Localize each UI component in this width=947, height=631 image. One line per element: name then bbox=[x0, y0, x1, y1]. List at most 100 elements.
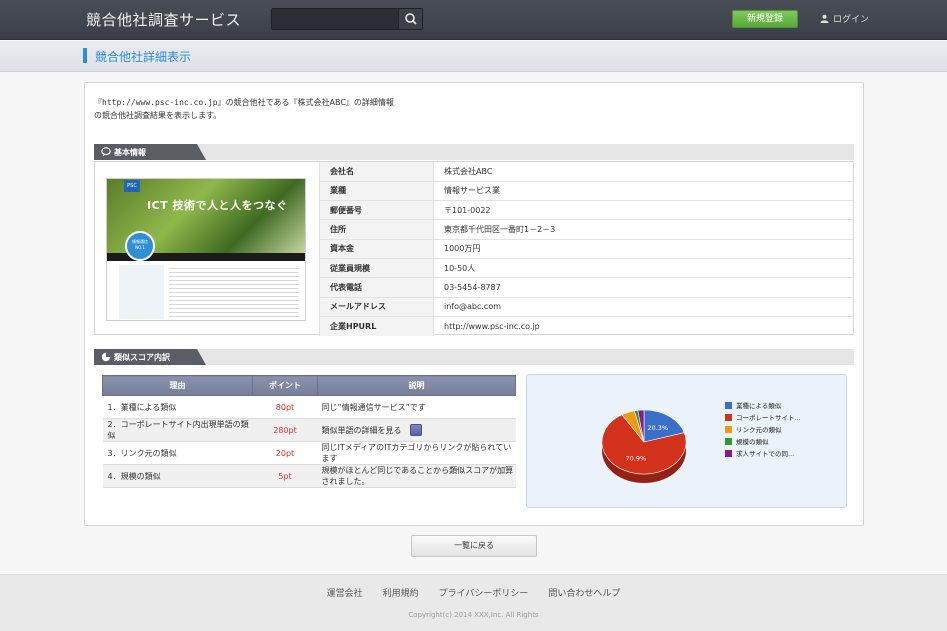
info-value: 10-50人 bbox=[433, 258, 854, 279]
legend-item: コーポレートサイト... bbox=[725, 411, 801, 423]
login-label: ログイン bbox=[833, 15, 870, 25]
score-description: 同じITメディアのITカテゴリからリンクが貼られています bbox=[321, 443, 512, 463]
column-header-reason: 理由 bbox=[102, 375, 253, 396]
info-value: 東京都千代田区一番町1－2－3 bbox=[433, 219, 854, 240]
search-button[interactable] bbox=[398, 9, 422, 29]
info-label: 住所 bbox=[319, 219, 434, 240]
legend-item: 求人サイトでの同... bbox=[725, 447, 801, 459]
score-row: 2．コーポレートサイト内出現単語の類似 280pt 類似単語の詳細を見る bbox=[102, 418, 516, 442]
search-input[interactable] bbox=[272, 9, 398, 29]
pie-chart-svg: 20.3% 70.9% bbox=[601, 409, 687, 483]
legend-swatch bbox=[725, 413, 732, 421]
legend-swatch bbox=[725, 425, 732, 433]
score-description-cell: 類似単語の詳細を見る bbox=[317, 418, 516, 442]
score-description-cell: 同じ”情報通信サービス”です bbox=[317, 395, 516, 419]
score-row: 1．業種による類似 80pt 同じ”情報通信サービス”です bbox=[102, 395, 516, 419]
info-row: 会社名 株式会社ABC bbox=[319, 162, 854, 182]
footer-link[interactable]: プライバシーポリシー bbox=[439, 589, 529, 599]
score-title: 類似スコア内訳 bbox=[114, 353, 170, 362]
screenshot-logo: PSC bbox=[124, 180, 140, 192]
top-navbar: 競合他社調査サービス 新規登録 ログイン bbox=[0, 0, 947, 40]
info-label: メールアドレス bbox=[319, 297, 434, 317]
score-row: 4．規模の類似 5pt 規模がほとんど同じであることから類似スコアが加算されました。 bbox=[102, 464, 516, 488]
legend-item: 業種による類似 bbox=[725, 399, 801, 411]
score-description-cell: 規模がほとんど同じであることから類似スコアが加算されました。 bbox=[317, 464, 516, 488]
score-reason: 4．規模の類似 bbox=[102, 464, 253, 488]
score-description: 同じ”情報通信サービス”です bbox=[321, 402, 426, 412]
speech-bubble-icon bbox=[101, 147, 111, 157]
legend-item: 規模の類似 bbox=[725, 435, 801, 447]
info-value: 〒101-0022 bbox=[433, 200, 854, 221]
pie-data-label: 20.3% bbox=[647, 424, 668, 432]
info-value: info@abc.com bbox=[433, 297, 854, 317]
score-heading: 類似スコア内訳 bbox=[94, 349, 854, 365]
info-row: 住所 東京都千代田区一番町1－2－3 bbox=[319, 219, 854, 240]
score-reason: 1．業種による類似 bbox=[102, 395, 253, 419]
search-icon bbox=[405, 13, 417, 25]
info-value: http://www.psc-inc.co.jp bbox=[444, 321, 540, 331]
footer-link[interactable]: 利用規約 bbox=[383, 589, 419, 599]
legend-label: 業種による類似 bbox=[736, 402, 782, 410]
score-table: 理由 ポイント 説明 1．業種による類似 80pt 同じ”情報通信サービス”です 2．… bbox=[102, 375, 516, 488]
intro-line2: の競合他社調査結果を表示します。 bbox=[94, 111, 222, 120]
footer-link[interactable]: 問い合わせヘルプ bbox=[548, 589, 620, 599]
legend-label: 規模の類似 bbox=[736, 438, 769, 446]
basic-info-tab: 基本情報 bbox=[94, 144, 206, 160]
info-value: 03-5454-8787 bbox=[433, 277, 854, 298]
legend-swatch bbox=[725, 401, 732, 409]
score-row: 3．リンク元の類似 20pt 同じITメディアのITカテゴリからリンクが貼られていま… bbox=[102, 441, 516, 465]
pie-data-label: 70.9% bbox=[626, 454, 647, 462]
site-screenshot: PSC ICT 技術で人と人をつなぐ 情報通信 NO.1 bbox=[106, 178, 306, 321]
detail-panel: 『http://www.psc-inc.co.jp』の競合他社である『株式会社A… bbox=[84, 82, 864, 526]
score-point: 20pt bbox=[252, 441, 318, 465]
score-description-cell: 同じITメディアのITカテゴリからリンクが貼られています bbox=[317, 441, 516, 465]
legend-label: コーポレートサイト... bbox=[736, 414, 801, 422]
page-title: 競合他社詳細表示 bbox=[95, 50, 192, 64]
info-value: 1000万円 bbox=[433, 239, 854, 259]
chart-legend: 業種による類似 コーポレートサイト... リンク元の類似 規模の類似 求人サイトでの同.… bbox=[725, 399, 801, 459]
info-value: 株式会社ABC bbox=[433, 162, 854, 182]
legend-label: 求人サイトでの同... bbox=[736, 450, 795, 458]
title-accent-bar bbox=[83, 48, 87, 63]
page-header: 競合他社詳細表示 bbox=[0, 41, 947, 72]
brand-title[interactable]: 競合他社調査サービス bbox=[86, 9, 241, 30]
info-label: 代表電話 bbox=[319, 277, 434, 298]
score-description: 類似単語の詳細を見る bbox=[321, 426, 402, 435]
search-box bbox=[271, 8, 423, 30]
basic-info-heading: 基本情報 bbox=[94, 144, 854, 160]
info-row: 代表電話 03-5454-8787 bbox=[319, 277, 854, 298]
login-link[interactable]: ログイン bbox=[820, 12, 869, 25]
score-pie-chart: 20.3% 70.9% 業種による類似 コーポレートサイト... リンク元の類似 規模の… bbox=[526, 374, 847, 508]
score-description: 規模がほとんど同じであることから類似スコアが加算されました。 bbox=[321, 466, 514, 486]
screenshot-sidebar bbox=[119, 265, 164, 319]
legend-swatch bbox=[725, 437, 732, 445]
info-label: 会社名 bbox=[319, 162, 434, 182]
score-point: 280pt bbox=[252, 418, 318, 442]
intro-url: http://www.psc-inc.co.jp bbox=[102, 98, 218, 107]
intro-text: 『http://www.psc-inc.co.jp』の競合他社である『株式会社A… bbox=[94, 96, 394, 122]
score-point: 80pt bbox=[252, 395, 318, 419]
basic-info-title: 基本情報 bbox=[114, 148, 146, 157]
info-row: 従業員規模 10-50人 bbox=[319, 258, 854, 279]
info-value: 情報サービス業 bbox=[433, 181, 854, 202]
info-row: 企業HPURL http://www.psc-inc.co.jp bbox=[319, 316, 855, 336]
info-label: 資本金 bbox=[319, 239, 434, 259]
footer: 運営会社 利用規約 プライバシーポリシー 問い合わせヘルプ Copyright(c) … bbox=[0, 574, 947, 631]
footer-link[interactable]: 運営会社 bbox=[327, 589, 363, 599]
user-icon bbox=[820, 14, 829, 23]
footer-links: 運営会社 利用規約 プライバシーポリシー 問い合わせヘルプ bbox=[0, 586, 947, 599]
basic-info-block: PSC ICT 技術で人と人をつなぐ 情報通信 NO.1 会社名 株式会社ABC 業… bbox=[94, 161, 855, 336]
copyright: Copyright(c) 2014 XXX,Inc. All Rights bbox=[408, 611, 539, 619]
intro-suffix: 』の競合他社である『株式会社ABC』の詳細情報 bbox=[217, 98, 394, 107]
back-to-list-button[interactable]: 一覧に戻る bbox=[411, 535, 537, 557]
info-row: メールアドレス info@abc.com bbox=[319, 297, 854, 317]
register-button[interactable]: 新規登録 bbox=[732, 10, 798, 28]
info-row: 郵便番号 〒101-0022 bbox=[319, 200, 854, 221]
score-reason: 3．リンク元の類似 bbox=[102, 441, 253, 465]
info-row: 業種 情報サービス業 bbox=[319, 181, 854, 202]
score-reason: 2．コーポレートサイト内出現単語の類似 bbox=[102, 418, 253, 442]
word-detail-button[interactable] bbox=[409, 424, 422, 436]
score-point: 5pt bbox=[252, 464, 318, 488]
info-row: 資本金 1000万円 bbox=[319, 239, 854, 259]
score-tab: 類似スコア内訳 bbox=[94, 349, 206, 365]
